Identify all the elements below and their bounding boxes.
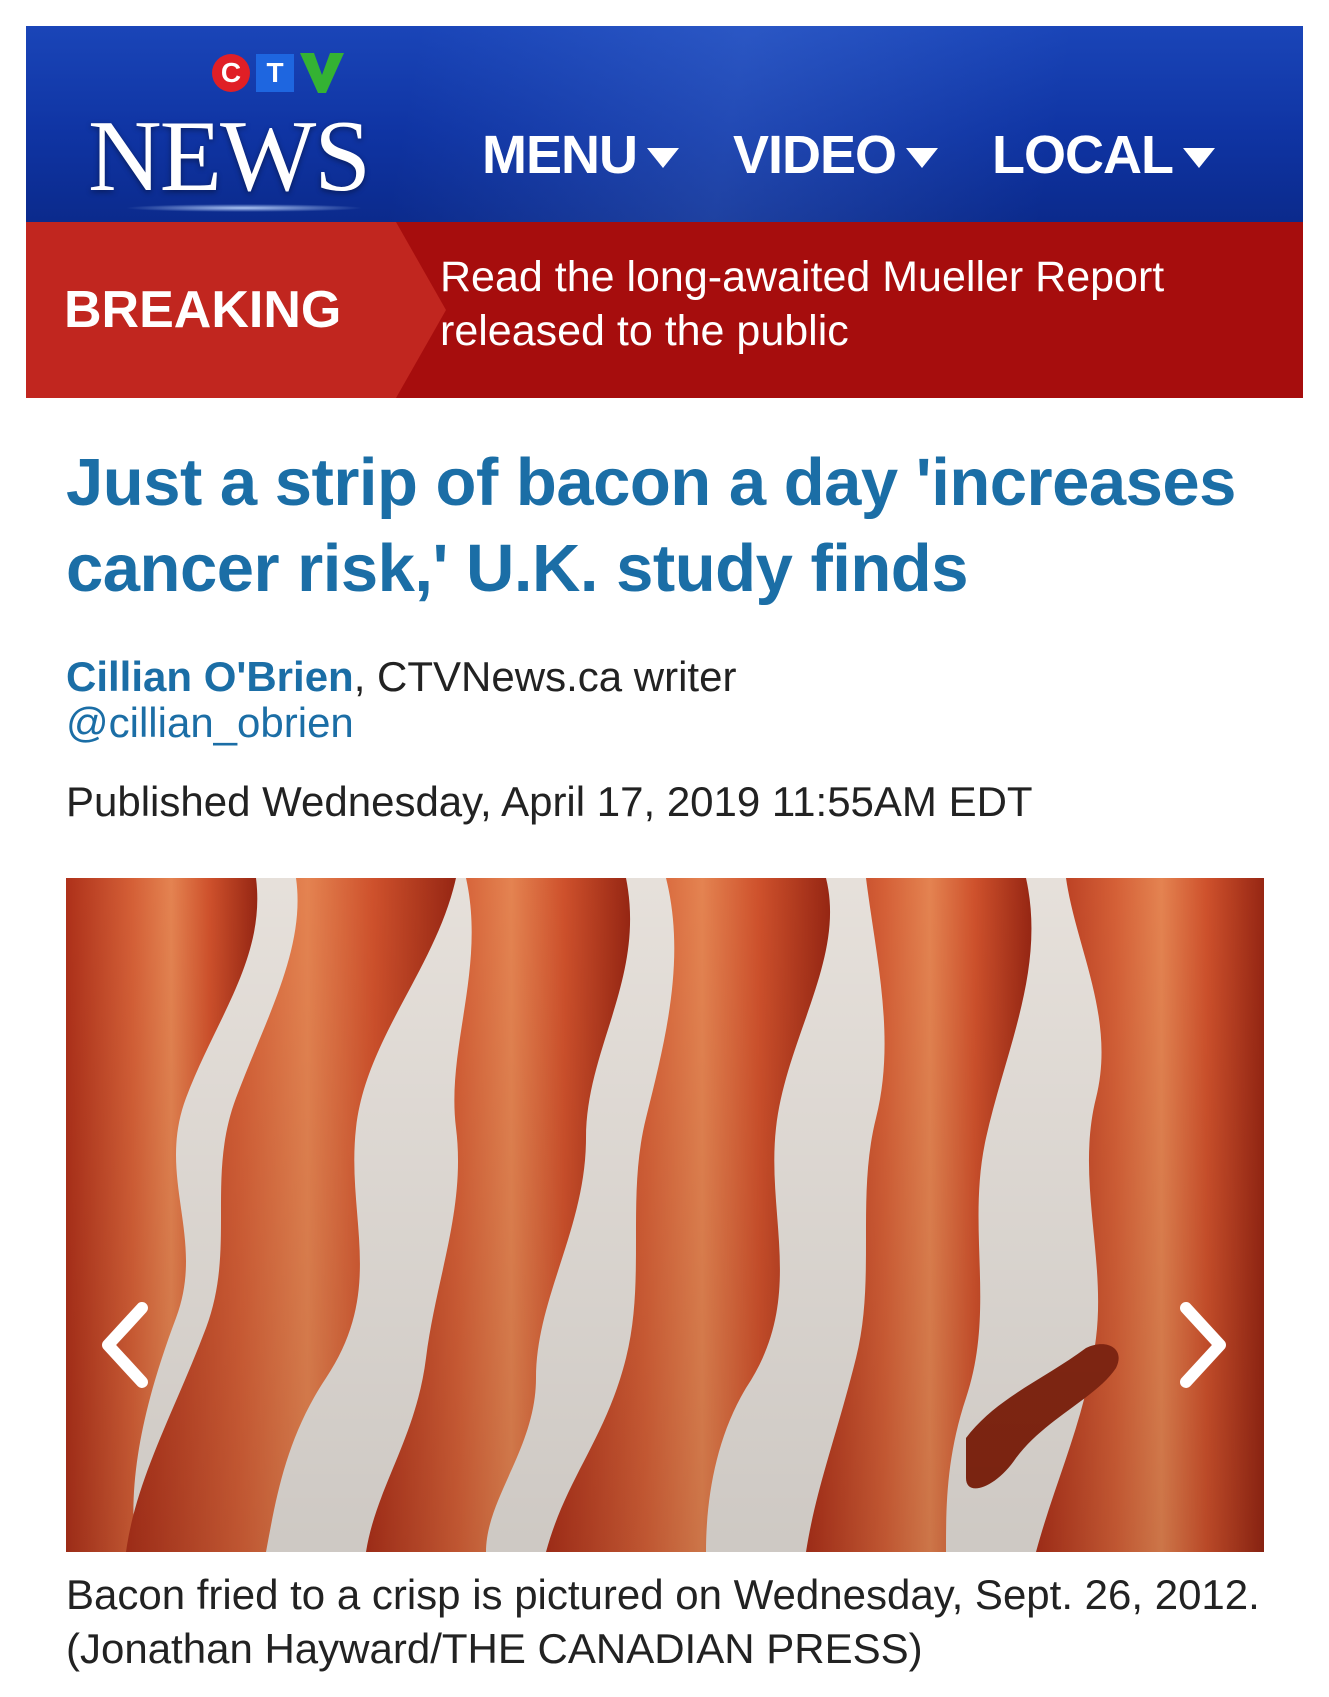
breaking-news-banner[interactable]: BREAKING Read the long-awaited Mueller R… [26, 222, 1303, 398]
breaking-label: BREAKING [64, 281, 342, 339]
author-twitter-link[interactable]: @cillian_obrien [66, 700, 1266, 746]
author-link[interactable]: Cillian O'Brien [66, 653, 354, 700]
author-role: , CTVNews.ca writer [353, 653, 737, 700]
nav-local[interactable]: LOCAL [992, 124, 1216, 186]
caret-down-icon [1183, 148, 1216, 168]
ctv-logo-mark: C T [212, 53, 344, 93]
logo-wordmark: NEWS [88, 100, 371, 213]
article-byline: Cillian O'Brien, CTVNews.ca writer @cill… [66, 654, 1266, 746]
ctv-news-logo[interactable]: C T NEWS [64, 53, 371, 222]
bacon-strips [66, 878, 1264, 1552]
site-header: C T NEWS MENU VIDEO LOCAL [26, 26, 1303, 222]
article-photo[interactable] [66, 878, 1264, 1552]
nav-video-label: VIDEO [733, 125, 897, 185]
chevron-left-icon[interactable] [96, 1300, 156, 1390]
chevron-right-icon[interactable] [1172, 1300, 1232, 1390]
nav-video[interactable]: VIDEO [733, 124, 939, 186]
logo-letter-t: T [256, 54, 294, 92]
breaking-headline-link[interactable]: Read the long-awaited Mueller Report rel… [440, 250, 1260, 358]
published-date: Published Wednesday, April 17, 2019 11:5… [66, 778, 1033, 825]
photo-caption: Bacon fried to a crisp is pictured on We… [66, 1571, 1260, 1672]
nav-menu[interactable]: MENU [482, 124, 679, 186]
main-nav: MENU VIDEO LOCAL [482, 124, 1216, 186]
logo-letter-c: C [212, 54, 250, 92]
caret-down-icon [906, 148, 939, 168]
nav-local-label: LOCAL [992, 125, 1174, 185]
article-headline: Just a strip of bacon a day 'increases c… [66, 445, 1236, 606]
caret-down-icon [647, 148, 679, 168]
logo-letter-v [300, 53, 344, 93]
nav-menu-label: MENU [482, 125, 638, 185]
logo-flare [124, 204, 364, 212]
